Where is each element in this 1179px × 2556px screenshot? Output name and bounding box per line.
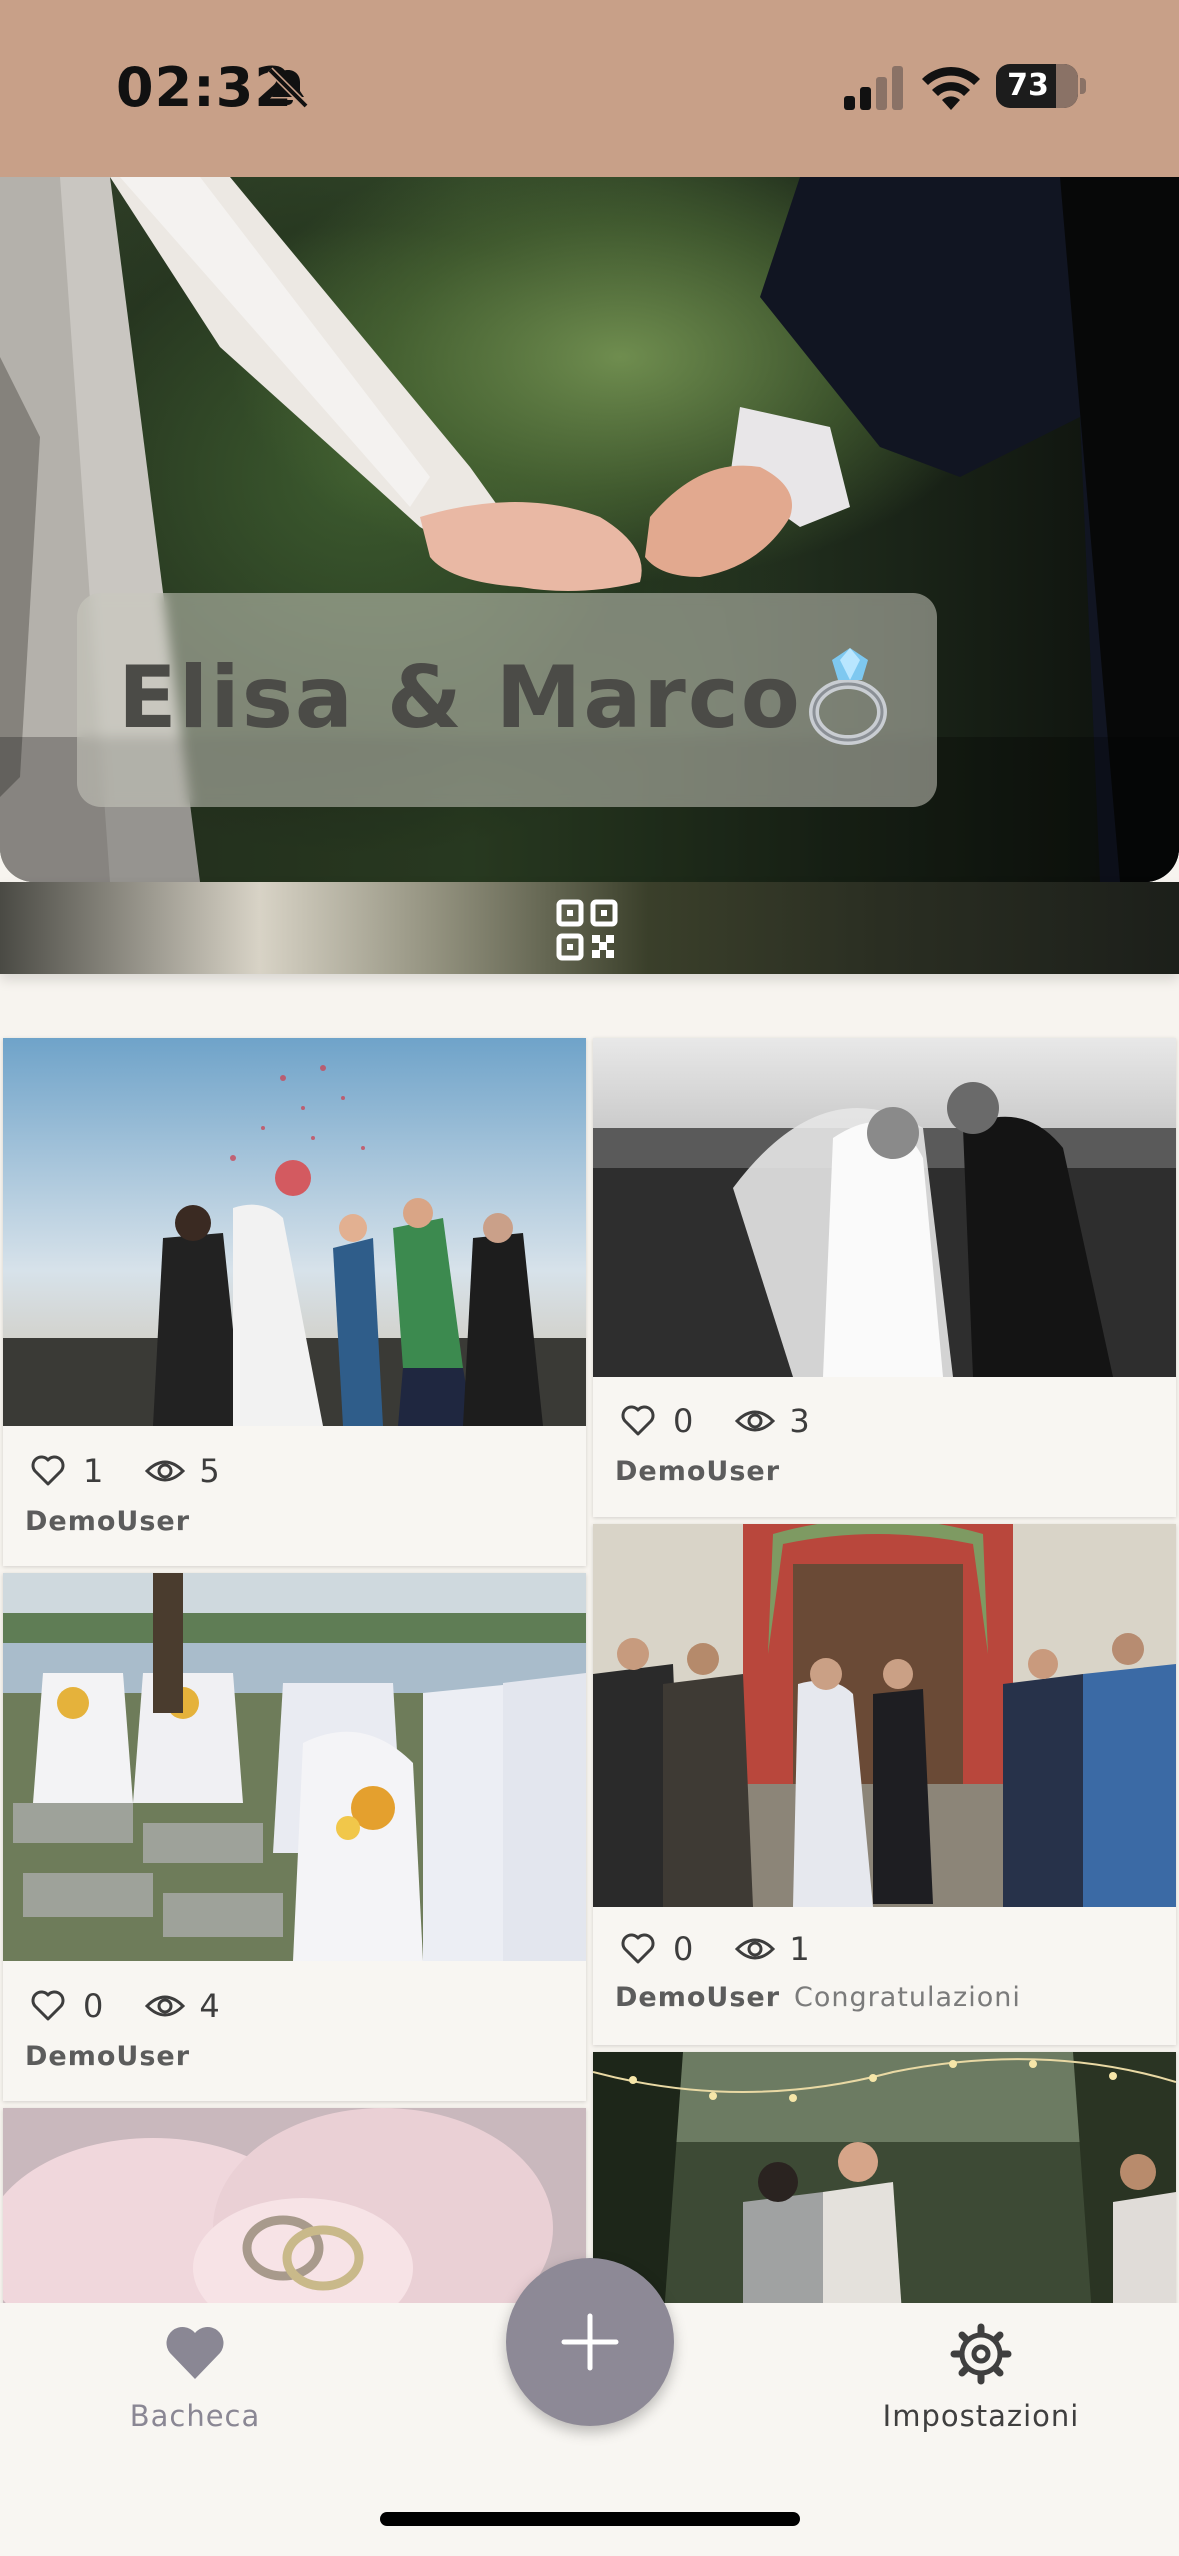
post-author: DemoUser Congratulazioni — [615, 1982, 1021, 2013]
nav-feed-label: Bacheca — [129, 2399, 261, 2433]
like-heart-icon[interactable] — [31, 1990, 65, 2022]
post-author: DemoUser — [25, 2041, 190, 2072]
post-card[interactable] — [3, 2108, 586, 2328]
post-card[interactable]: 0 3 DemoUser — [593, 1038, 1176, 1517]
couple-names: Elisa & Marco — [118, 648, 802, 748]
post-stats: 0 1 — [621, 1930, 810, 1968]
bell-muted-icon — [267, 67, 309, 109]
view-count: 1 — [789, 1930, 810, 1968]
like-count: 0 — [673, 1402, 694, 1440]
nav-settings-label: Impostazioni — [882, 2399, 1080, 2433]
like-count: 0 — [83, 1987, 104, 2025]
author-name: DemoUser — [25, 2041, 191, 2072]
post-photo-rings[interactable] — [3, 2108, 586, 2328]
plus-icon — [561, 2313, 619, 2371]
post-photo-first-dance[interactable] — [593, 2052, 1176, 2328]
post-author: DemoUser — [25, 1506, 190, 1537]
views-eye-icon — [735, 1938, 776, 1960]
author-name: DemoUser — [25, 1506, 191, 1537]
post-stats: 1 5 — [31, 1452, 220, 1490]
ring-icon — [809, 648, 887, 745]
post-photo-recessional[interactable] — [593, 1524, 1176, 1907]
post-author: DemoUser — [615, 1456, 780, 1487]
views-eye-icon — [145, 1460, 186, 1482]
cellular-signal-icon — [844, 66, 903, 110]
post-photo-bw-kiss[interactable] — [593, 1038, 1176, 1377]
gear-icon — [950, 2323, 1012, 2385]
post-photo-confetti-couple[interactable] — [3, 1038, 586, 1426]
battery-percentage: 73 — [1007, 68, 1049, 103]
post-card[interactable]: 0 1 DemoUser Congratulazioni — [593, 1524, 1176, 2045]
post-stats: 0 3 — [621, 1402, 810, 1440]
add-post-button[interactable] — [506, 2258, 674, 2426]
wifi-icon — [922, 66, 980, 110]
like-count: 0 — [673, 1930, 694, 1968]
status-bar: 02:32 73 — [0, 0, 1179, 177]
battery-cap — [1080, 78, 1086, 94]
like-count: 1 — [83, 1452, 104, 1490]
post-card[interactable]: 1 5 DemoUser — [3, 1038, 586, 1566]
like-heart-icon[interactable] — [31, 1455, 65, 1487]
author-name: DemoUser — [615, 1456, 781, 1487]
view-count: 4 — [199, 1987, 220, 2025]
post-caption: Congratulazioni — [794, 1982, 1021, 2013]
views-eye-icon — [735, 1410, 776, 1432]
qr-code-icon[interactable] — [556, 899, 618, 961]
like-heart-icon[interactable] — [621, 1933, 655, 1965]
view-count: 5 — [199, 1452, 220, 1490]
battery-icon: 73 — [996, 64, 1078, 108]
post-stats: 0 4 — [31, 1987, 220, 2025]
like-heart-icon[interactable] — [621, 1405, 655, 1437]
home-indicator[interactable] — [380, 2512, 800, 2526]
post-card[interactable] — [593, 2052, 1176, 2328]
post-card[interactable]: 0 4 DemoUser — [3, 1573, 586, 2101]
nav-settings[interactable]: Impostazioni — [874, 2323, 1088, 2433]
heart-icon — [166, 2326, 224, 2379]
post-photo-ceremony-chairs[interactable] — [3, 1573, 586, 1961]
view-count: 3 — [789, 1402, 810, 1440]
nav-feed[interactable]: Bacheca — [120, 2325, 270, 2433]
views-eye-icon — [145, 1995, 186, 2017]
author-name: DemoUser — [615, 1982, 781, 2013]
